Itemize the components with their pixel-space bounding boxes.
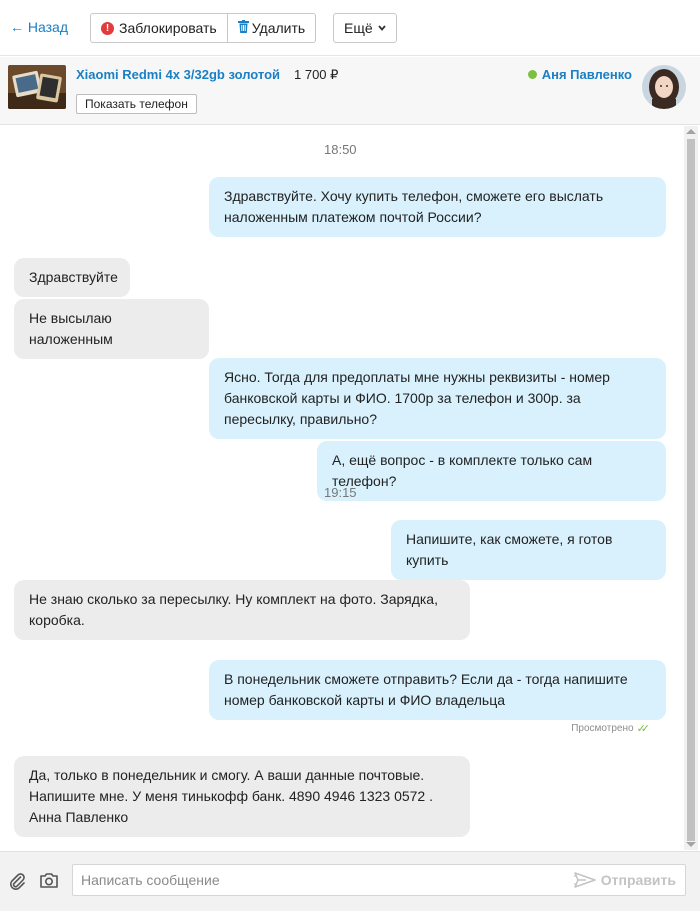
message-incoming: Здравствуйте: [14, 258, 130, 297]
scroll-down-arrow-icon[interactable]: [686, 842, 696, 847]
item-price: 1 700 ₽: [294, 67, 339, 82]
chat-history[interactable]: 18:50 Здравствуйте. Хочу купить телефон,…: [0, 126, 682, 850]
message-incoming: Не знаю сколько за пересылку. Ну комплек…: [14, 580, 470, 640]
send-icon: [573, 872, 596, 888]
send-button[interactable]: Отправить: [573, 872, 676, 888]
more-label: Ещё: [344, 20, 373, 36]
seen-label: Просмотрено: [571, 723, 634, 734]
item-thumbnail[interactable]: [8, 65, 66, 109]
seller-name: Аня Павленко: [541, 67, 632, 82]
paperclip-icon[interactable]: [8, 872, 26, 893]
block-label: Заблокировать: [119, 20, 217, 36]
item-title-link[interactable]: Xiaomi Redmi 4x 3/32gb золотой: [76, 67, 280, 82]
toolbar: ← Назад ! Заблокировать Удалить Ещё: [0, 0, 700, 56]
send-label: Отправить: [600, 872, 676, 888]
message-outgoing: В понедельник сможете отправить? Если да…: [209, 660, 666, 720]
message-incoming: Да, только в понедельник и смогу. А ваши…: [14, 756, 470, 837]
message-composer: Отправить: [0, 851, 700, 911]
scroll-up-arrow-icon[interactable]: [686, 129, 696, 134]
show-phone-button[interactable]: Показать телефон: [76, 94, 197, 114]
delete-button[interactable]: Удалить: [226, 14, 315, 42]
action-button-group: ! Заблокировать Удалить: [90, 13, 317, 43]
more-button[interactable]: Ещё: [333, 13, 397, 43]
trash-icon: [237, 20, 249, 36]
chevron-down-icon: [377, 23, 386, 33]
chat-scrollbar[interactable]: [684, 126, 698, 850]
camera-icon[interactable]: [39, 872, 59, 892]
message-timestamp: 18:50: [324, 142, 357, 157]
scrollbar-thumb[interactable]: [687, 139, 695, 841]
back-link[interactable]: ← Назад: [10, 19, 68, 35]
message-outgoing: Напишите, как сможете, я готов купить: [391, 520, 666, 580]
delete-label: Удалить: [251, 20, 306, 36]
double-check-icon: ✓✓: [636, 723, 651, 735]
block-icon: !: [101, 21, 114, 35]
avatar[interactable]: [642, 65, 686, 109]
message-incoming: Не высылаю наложенным: [14, 299, 209, 359]
message-outgoing: Здравствуйте. Хочу купить телефон, сможе…: [209, 177, 666, 237]
block-button[interactable]: ! Заблокировать: [91, 14, 227, 42]
message-outgoing: А, ещё вопрос - в комплекте только сам т…: [317, 441, 666, 501]
message-outgoing: Ясно. Тогда для предоплаты мне нужны рек…: [209, 358, 666, 439]
item-header: Xiaomi Redmi 4x 3/32gb золотой 1 700 ₽ П…: [0, 57, 700, 125]
seller-name-link[interactable]: Аня Павленко: [527, 67, 632, 82]
online-status-icon: [527, 70, 537, 79]
message-timestamp: 19:15: [324, 485, 357, 500]
seen-status: Просмотрено ✓✓: [571, 722, 651, 735]
